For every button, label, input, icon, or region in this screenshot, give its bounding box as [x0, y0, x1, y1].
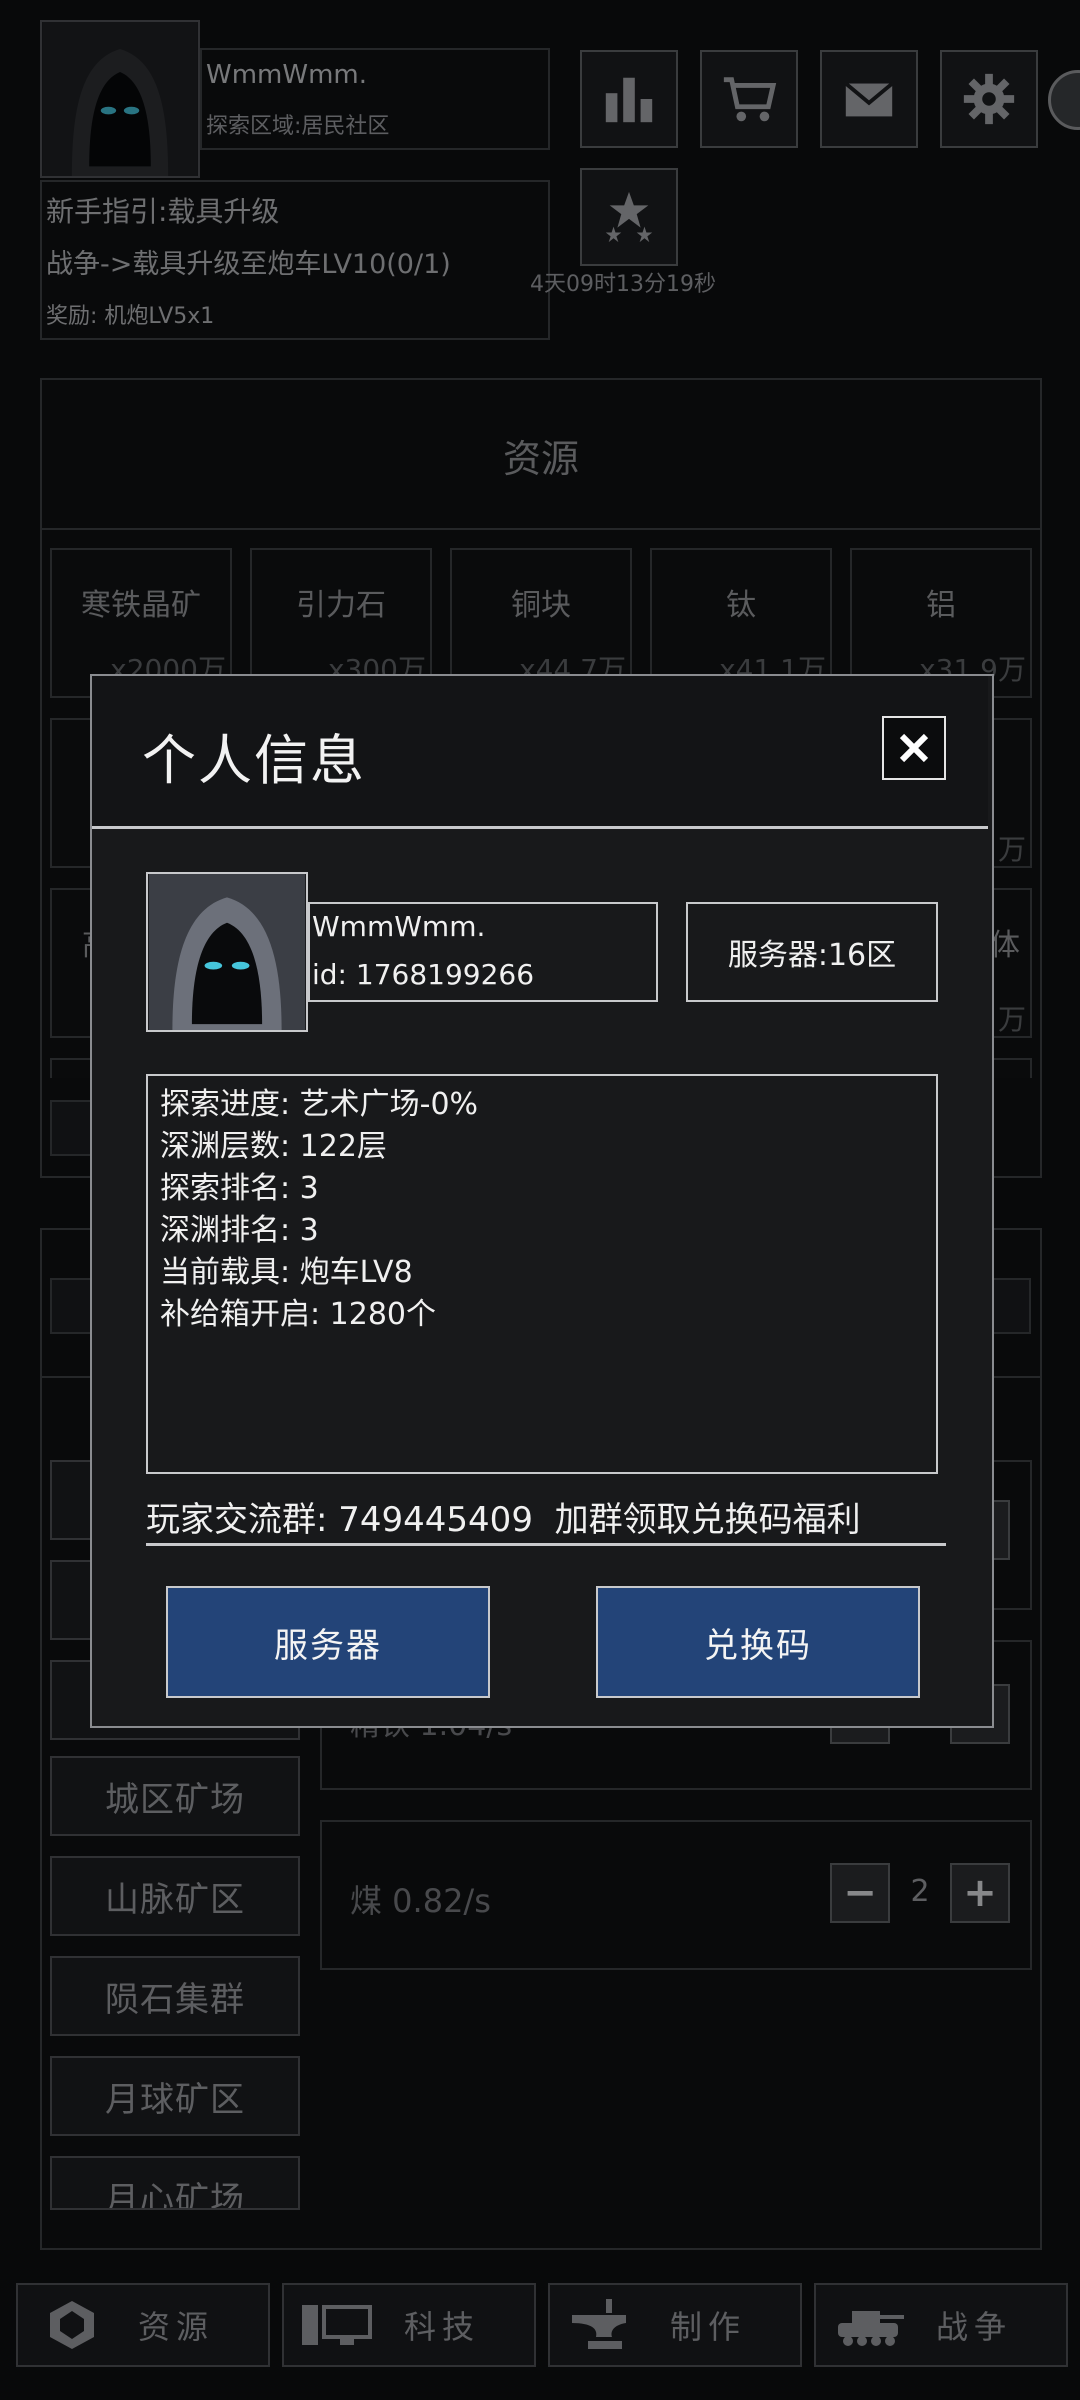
stat-current-vehicle: 当前载具: 炮车LV8 — [160, 1255, 413, 1290]
dialog-header: 个人信息 — [92, 676, 988, 829]
stat-supply-box: 补给箱开启: 1280个 — [160, 1297, 436, 1332]
stat-explore-rank: 探索排名: 3 — [160, 1171, 319, 1206]
stats-box: 探索进度: 艺术广场-0% 深渊层数: 122层 探索排名: 3 深渊排名: 3… — [146, 1074, 938, 1474]
close-icon — [899, 733, 929, 763]
profile-avatar — [146, 872, 308, 1032]
dialog-title: 个人信息 — [142, 729, 366, 792]
group-link[interactable]: 玩家交流群: 749445409 加群领取兑换码福利 — [146, 1492, 946, 1546]
hooded-figure-icon — [149, 874, 305, 1030]
server-button[interactable]: 服务器 — [166, 1586, 490, 1698]
stat-explore-progress: 探索进度: 艺术广场-0% — [160, 1087, 479, 1122]
close-button[interactable] — [882, 716, 946, 780]
personal-info-dialog: 个人信息 WmmWmm. id: 1768199266 服务器:16区 探索进度… — [90, 674, 994, 1728]
profile-name: WmmWmm. — [312, 910, 486, 943]
profile-id: id: 1768199266 — [312, 958, 535, 991]
server-badge: 服务器:16区 — [686, 902, 938, 1002]
server-label: 服务器:16区 — [727, 938, 897, 973]
redeem-code-button[interactable]: 兑换码 — [596, 1586, 920, 1698]
profile-name-box: WmmWmm. id: 1768199266 — [308, 902, 658, 1002]
stat-abyss-floor: 深渊层数: 122层 — [160, 1129, 387, 1164]
stat-abyss-rank: 深渊排名: 3 — [160, 1213, 319, 1248]
